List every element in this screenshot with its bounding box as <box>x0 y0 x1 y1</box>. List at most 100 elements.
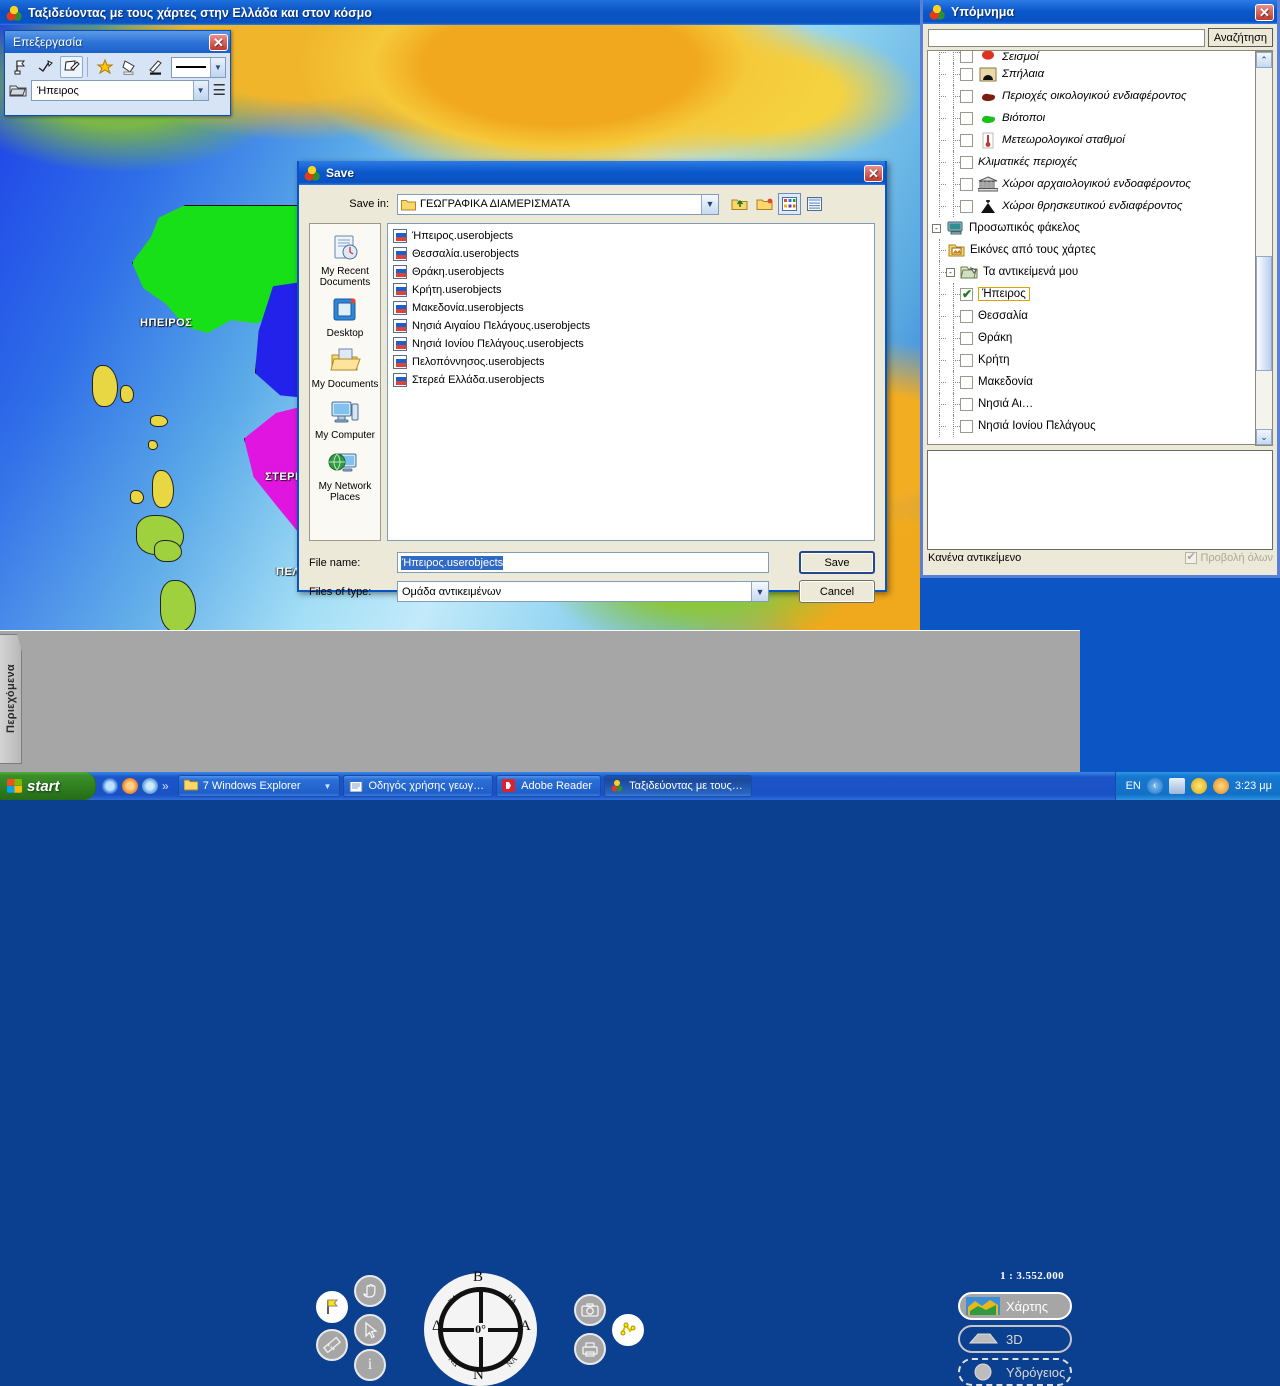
map-view-button[interactable]: Χάρτης <box>958 1292 1072 1320</box>
legend-item-checkbox[interactable] <box>960 287 973 301</box>
taskbar-word-doc[interactable]: Οδηγός χρήσης γεωγ… <box>343 775 494 797</box>
three-d-view-button[interactable]: 3D <box>958 1325 1072 1353</box>
scroll-down-icon[interactable]: ⌄ <box>1256 429 1272 445</box>
legend-item-checkbox[interactable] <box>960 353 973 367</box>
start-button[interactable]: start <box>0 772 96 800</box>
legend-tree-item[interactable]: Σπήλαια <box>928 63 1273 85</box>
file-name-input[interactable]: Ήπειρος.userobjects <box>397 552 769 573</box>
file-list-item[interactable]: Θράκη.userobjects <box>390 263 872 281</box>
tray-clock[interactable]: 3:23 μμ <box>1235 780 1272 792</box>
file-list-item[interactable]: Ήπειρος.userobjects <box>390 227 872 245</box>
taskbar-map-app[interactable]: Ταξιδεύοντας με τους… <box>604 775 752 797</box>
legend-tree-item[interactable]: Νησιά Αι… <box>928 393 1273 415</box>
compass-widget[interactable]: Β Ν Α Δ ΒΔ ΒΑ ΝΔ ΝΑ 0° <box>424 1269 537 1386</box>
new-folder-icon[interactable] <box>753 193 776 215</box>
legend-scroll-thumb[interactable] <box>1256 256 1272 371</box>
legend-item-checkbox[interactable] <box>960 375 973 389</box>
file-list-item[interactable]: Πελοπόννησος.userobjects <box>390 353 872 371</box>
legend-tree-item[interactable]: Κρήτη <box>928 349 1273 371</box>
layer-select[interactable]: Ήπειρος ▼ <box>31 80 209 101</box>
flag-tool-button[interactable] <box>316 1291 348 1323</box>
file-list-item[interactable]: Νησιά Αιγαίου Πελάγους.userobjects <box>390 317 872 335</box>
list-view-icon[interactable]: ☰ <box>213 83 226 98</box>
cancel-button[interactable]: Cancel <box>799 580 875 603</box>
pencil-tool-icon[interactable] <box>144 56 167 78</box>
place-my-recent-documents[interactable]: My Recent Documents <box>310 234 380 288</box>
place-my-network-places[interactable]: My Network Places <box>310 449 380 503</box>
file-list-item[interactable]: Νησιά Ιονίου Πελάγους.userobjects <box>390 335 872 353</box>
open-folder-icon[interactable] <box>9 83 27 99</box>
taskbar-adobe-reader[interactable]: Adobe Reader <box>496 775 602 797</box>
internet-explorer-icon[interactable] <box>102 778 118 794</box>
chevron-down-icon[interactable]: ▼ <box>751 582 768 601</box>
legend-item-checkbox[interactable] <box>960 309 973 323</box>
polygon-tool-icon[interactable] <box>59 56 84 78</box>
globe-view-button[interactable]: Υδρόγειος <box>958 1358 1072 1386</box>
files-of-type-select[interactable]: Ομάδα αντικειμένων ▼ <box>397 581 769 602</box>
ruler-tool-button[interactable] <box>316 1329 348 1361</box>
line-style-combo[interactable]: ▼ <box>171 56 226 78</box>
chevron-down-icon[interactable]: ▼ <box>701 194 718 214</box>
chevron-down-icon[interactable]: ▼ <box>192 81 208 100</box>
legend-tree-item[interactable]: Θράκη <box>928 327 1273 349</box>
legend-item-checkbox[interactable] <box>960 419 973 433</box>
pan-tool-button[interactable] <box>354 1275 386 1307</box>
legend-item-checkbox[interactable] <box>960 133 973 147</box>
legend-tree-item[interactable]: Ήπειρος <box>928 283 1273 305</box>
legend-tree-item[interactable]: Μακεδονία <box>928 371 1273 393</box>
fill-tool-icon[interactable] <box>119 56 142 78</box>
tree-collapse-icon[interactable]: - <box>946 267 955 277</box>
file-list-item[interactable]: Στερεά Ελλάδα.userobjects <box>390 371 872 389</box>
media-player-icon[interactable] <box>142 778 158 794</box>
chevron-down-icon[interactable]: ▼ <box>324 782 332 791</box>
legend-search-input[interactable] <box>928 28 1205 47</box>
place-my-computer[interactable]: My Computer <box>310 398 380 441</box>
file-list-item[interactable]: Θεσσαλία.userobjects <box>390 245 872 263</box>
legend-tree-item[interactable]: Νησιά Ιονίου Πελάγους <box>928 415 1273 437</box>
file-list-item[interactable]: Μακεδονία.userobjects <box>390 299 872 317</box>
details-view-icon[interactable] <box>803 193 826 215</box>
taskbar-windows-explorer[interactable]: 7 Windows Explorer ▼ <box>177 775 341 797</box>
legend-tree[interactable]: Σεισμοί Σπήλαια Περιοχές οικολογικού ενδια… <box>927 50 1273 445</box>
go-up-folder-icon[interactable] <box>728 193 751 215</box>
chevron-down-icon[interactable]: ▼ <box>209 57 225 77</box>
legend-item-checkbox[interactable] <box>960 331 973 345</box>
legend-tree-item[interactable]: Κλιματικές περιοχές <box>928 151 1273 173</box>
legend-item-checkbox[interactable] <box>960 177 973 191</box>
legend-item-checkbox[interactable] <box>960 67 973 81</box>
legend-item-checkbox[interactable] <box>960 199 973 213</box>
camera-button[interactable] <box>574 1294 606 1326</box>
legend-tree-item[interactable]: Εικόνες από τους χάρτες <box>928 239 1273 261</box>
star-tool-icon[interactable] <box>93 56 116 78</box>
flag-tool-icon[interactable] <box>9 56 32 78</box>
file-list[interactable]: Ήπειρος.userobjects Θεσσαλία.userobjects Θ… <box>387 223 875 541</box>
tray-language-indicator[interactable]: EN <box>1126 780 1141 792</box>
place-my-documents[interactable]: My Documents <box>310 347 380 390</box>
legend-scrollbar[interactable]: ⌃ ⌄ <box>1255 51 1273 446</box>
close-icon[interactable]: ✕ <box>864 164 883 182</box>
tree-collapse-icon[interactable]: - <box>932 223 941 233</box>
scroll-up-icon[interactable]: ⌃ <box>1256 52 1272 68</box>
file-list-item[interactable]: Κρήτη.userobjects <box>390 281 872 299</box>
firefox-icon[interactable] <box>122 778 138 794</box>
legend-item-checkbox[interactable] <box>960 155 973 169</box>
network-icon[interactable] <box>1168 778 1185 794</box>
safety-icon[interactable] <box>1212 778 1229 794</box>
legend-item-checkbox[interactable] <box>960 89 973 103</box>
thumbnails-view-icon[interactable] <box>778 193 801 215</box>
legend-tree-item[interactable]: Θεσσαλία <box>928 305 1273 327</box>
save-button[interactable]: Save <box>799 551 875 574</box>
place-desktop[interactable]: Desktop <box>310 296 380 339</box>
legend-search-button[interactable]: Αναζήτηση <box>1207 28 1273 47</box>
legend-tree-item[interactable]: Χώροι θρησκευτικού ενδιαφέροντος <box>928 195 1273 217</box>
polyline-tool-icon[interactable] <box>34 56 57 78</box>
globe-icon[interactable] <box>1190 778 1207 794</box>
legend-item-checkbox[interactable] <box>960 51 973 63</box>
legend-tree-item[interactable]: Σεισμοί <box>928 51 1273 63</box>
legend-item-checkbox[interactable] <box>960 397 973 411</box>
legend-tree-item[interactable]: Βιότοποι <box>928 107 1273 129</box>
select-tool-button[interactable] <box>354 1314 386 1346</box>
print-button[interactable] <box>574 1333 606 1365</box>
legend-item-checkbox[interactable] <box>960 111 973 125</box>
objects-button[interactable] <box>612 1314 644 1346</box>
